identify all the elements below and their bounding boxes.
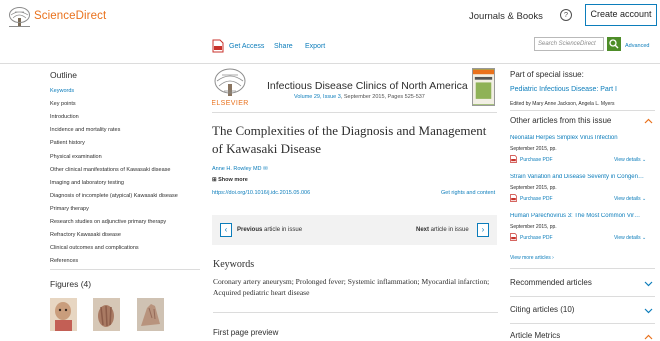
outline-heading: Outline: [50, 70, 77, 80]
get-access-link[interactable]: Get Access: [229, 43, 264, 50]
view-details-link[interactable]: View details ⌄: [614, 196, 646, 202]
special-issue-link[interactable]: Pediatric Infectious Disease: Part I: [510, 86, 617, 93]
keywords-heading: Keywords: [213, 259, 255, 270]
sidebar-divider: [510, 296, 655, 297]
volume-line: Volume 29, Issue 3, September 2015, Page…: [294, 94, 425, 100]
elsevier-logo[interactable]: ELSEVIER: [212, 67, 248, 107]
citing-articles-heading[interactable]: Citing articles (10): [510, 305, 574, 314]
chevron-right-icon: ›: [552, 255, 554, 261]
sidebar-divider: [510, 268, 655, 269]
related-article-title[interactable]: Strain Variation and Disease Severity in…: [510, 174, 655, 180]
chevron-down-icon: ⌄: [640, 157, 647, 163]
previous-article-label[interactable]: Previous article in issue: [237, 227, 302, 233]
special-issue-label: Part of special issue:: [510, 70, 584, 79]
chevron-up-icon[interactable]: [644, 334, 653, 340]
outline-item[interactable]: Physical examination: [50, 154, 102, 160]
brand-name[interactable]: ScienceDirect: [34, 10, 106, 22]
outline-item[interactable]: Refractory Kawasaki disease: [50, 232, 121, 238]
show-more-toggle[interactable]: ⊞ Show more: [212, 177, 248, 183]
rights-content-link[interactable]: Get rights and content: [441, 190, 495, 196]
view-details-link[interactable]: View details ⌄: [614, 157, 646, 163]
other-articles-heading[interactable]: Other articles from this issue: [510, 116, 611, 125]
outline-item[interactable]: Imaging and laboratory testing: [50, 180, 124, 186]
child-face-image: [50, 298, 77, 331]
journal-cover[interactable]: [472, 68, 495, 106]
create-account-button[interactable]: Create account: [585, 4, 657, 26]
chevron-right-icon: ›: [481, 225, 485, 234]
next-article-label[interactable]: Next article in issue: [416, 227, 469, 233]
view-more-articles-link[interactable]: View more articles ›: [510, 255, 554, 261]
first-page-preview-heading[interactable]: First page preview: [213, 328, 278, 337]
outline-item[interactable]: Incidence and mortality rates: [50, 127, 120, 133]
next-article-button[interactable]: ›: [477, 223, 489, 237]
elsevier-tree-logo[interactable]: [7, 6, 32, 28]
pdf-icon[interactable]: [510, 194, 517, 202]
related-article-title[interactable]: Neonatal Herpes Simplex Virus Infection: [510, 135, 655, 141]
purchase-pdf-link[interactable]: Purchase PDF: [520, 157, 553, 163]
outline-item[interactable]: References: [50, 258, 78, 264]
related-article-title[interactable]: Human Parechovirus 3: The Most Common Vi…: [510, 213, 655, 219]
pdf-icon[interactable]: [212, 39, 224, 53]
outline-item[interactable]: Introduction: [50, 114, 79, 120]
figure-thumbnail[interactable]: [93, 298, 120, 331]
chevron-down-icon: ⌄: [640, 196, 647, 202]
journals-books-link[interactable]: Journals & Books: [469, 11, 543, 22]
article-header-divider: [212, 112, 497, 113]
related-article-date: September 2015, pp.: [510, 146, 557, 152]
purchase-pdf-link[interactable]: Purchase PDF: [520, 235, 553, 241]
author-name[interactable]: Anne H. Rowley MD: [212, 166, 262, 172]
doi-link[interactable]: https://doi.org/10.1016/j.idc.2015.05.00…: [212, 190, 310, 196]
sidebar-divider: [510, 323, 655, 324]
show-more-label: Show more: [218, 177, 248, 183]
pdf-icon[interactable]: [510, 155, 517, 163]
volume-date-pages: , September 2015, Pages 525-537: [340, 94, 425, 100]
journal-name[interactable]: Infectious Disease Clinics of North Amer…: [267, 80, 468, 92]
outline-item[interactable]: Diagnosis of incomplete (atypical) Kawas…: [50, 193, 178, 199]
chevron-down-icon: ⌄: [640, 235, 647, 241]
search-input[interactable]: Search ScienceDirect: [534, 37, 604, 51]
author-link[interactable]: Anne H. Rowley MD ✉: [212, 166, 268, 172]
chevron-down-icon[interactable]: [644, 281, 653, 287]
figure-thumbnail[interactable]: [50, 298, 77, 331]
header-divider: [0, 63, 660, 64]
outline-item[interactable]: Key points: [50, 101, 76, 107]
outline-item[interactable]: Other clinical manifestations of Kawasak…: [50, 167, 170, 173]
article-title: The Complexities of the Diagnosis and Ma…: [212, 123, 487, 156]
export-link[interactable]: Export: [305, 43, 325, 50]
svg-text:ELSEVIER: ELSEVIER: [212, 100, 248, 107]
advanced-search-link[interactable]: Advanced: [625, 43, 649, 49]
hand-peeling-image: [137, 298, 164, 331]
recommended-articles-heading[interactable]: Recommended articles: [510, 278, 592, 287]
volume-issue-link[interactable]: Volume 29, Issue 3: [294, 94, 341, 100]
email-icon[interactable]: ✉: [263, 166, 268, 172]
pdf-icon[interactable]: [510, 233, 517, 241]
sidebar-divider: [510, 110, 655, 111]
figure-thumbnail[interactable]: [137, 298, 164, 331]
special-issue-editors: Edited by Mary Anne Jackson, Angela L. M…: [510, 101, 615, 107]
view-details-link[interactable]: View details ⌄: [614, 235, 646, 241]
figures-heading: Figures (4): [50, 279, 92, 289]
search-icon: [609, 39, 619, 49]
outline-item[interactable]: Clinical outcomes and complications: [50, 245, 139, 251]
keywords-list: Coronary artery aneurysm; Prolonged feve…: [213, 277, 490, 297]
share-link[interactable]: Share: [274, 43, 293, 50]
outline-divider: [50, 269, 200, 270]
hands-image: [93, 298, 120, 331]
outline-item[interactable]: Research studies on adjunctive primary t…: [50, 219, 166, 225]
related-article-date: September 2015, pp.: [510, 185, 557, 191]
purchase-pdf-link[interactable]: Purchase PDF: [520, 196, 553, 202]
help-icon[interactable]: ?: [560, 9, 572, 21]
keywords-divider: [213, 312, 498, 313]
article-metrics-heading[interactable]: Article Metrics: [510, 331, 560, 340]
plus-icon: ⊞: [212, 177, 217, 183]
chevron-down-icon[interactable]: [644, 308, 653, 314]
search-button[interactable]: [607, 37, 621, 51]
outline-item[interactable]: Keywords: [50, 88, 74, 94]
chevron-left-icon: ‹: [224, 225, 228, 234]
outline-item[interactable]: Patient history: [50, 140, 85, 146]
related-article-date: September 2015, pp.: [510, 224, 557, 230]
outline-item[interactable]: Primary therapy: [50, 206, 89, 212]
previous-article-button[interactable]: ‹: [220, 223, 232, 237]
chevron-up-icon[interactable]: [644, 118, 653, 124]
